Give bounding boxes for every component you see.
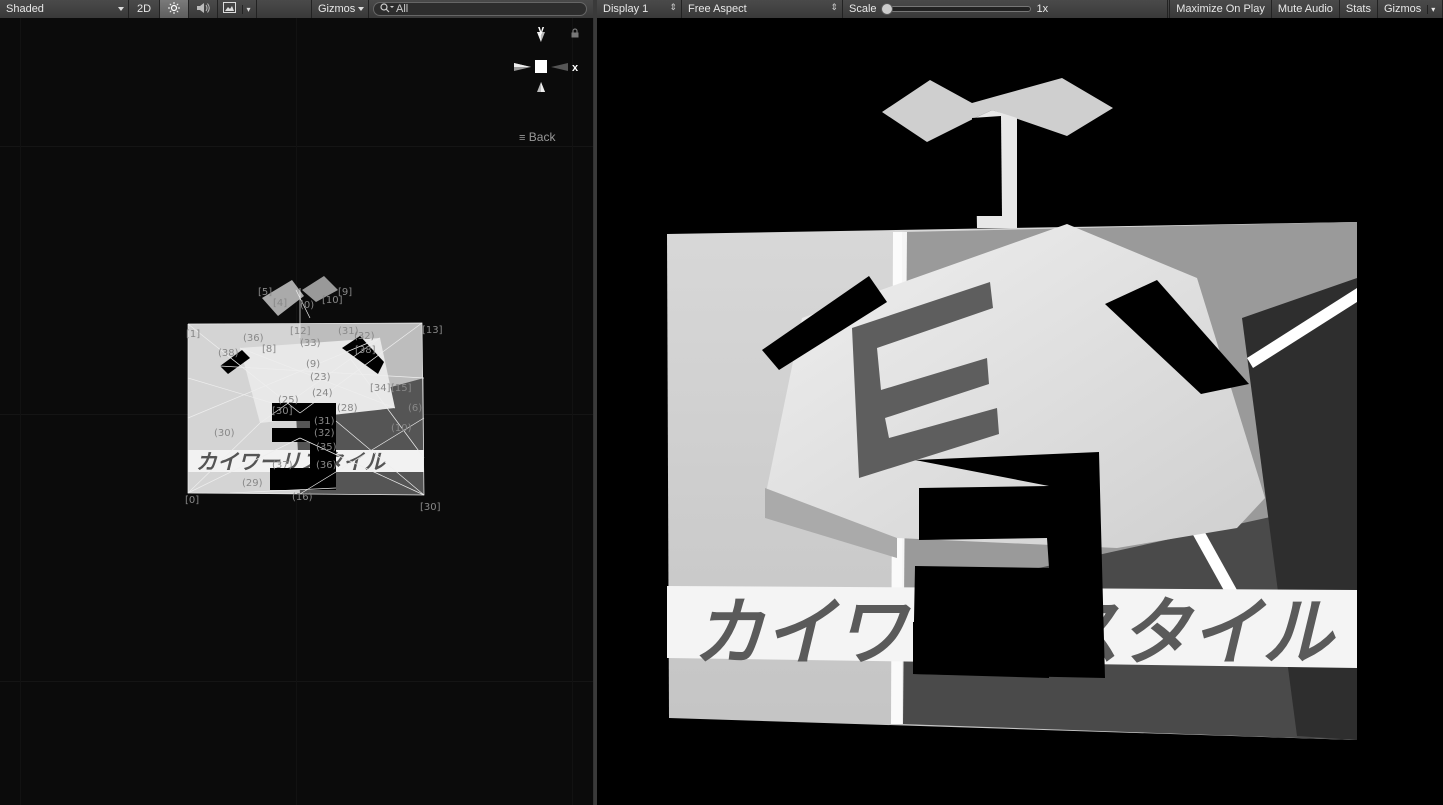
search-placeholder: All — [396, 3, 409, 15]
maximize-label: Maximize On Play — [1176, 3, 1265, 15]
scale-slider-thumb[interactable] — [880, 3, 893, 15]
game-logo-image: カイワーリスタイル — [667, 78, 1357, 740]
game-view[interactable]: カイワーリスタイル — [597, 18, 1443, 805]
mute-audio-toggle[interactable]: Mute Audio — [1272, 0, 1340, 18]
vertex-label: [30] — [420, 502, 441, 513]
2d-mode-label: 2D — [136, 3, 152, 15]
sun-icon — [168, 1, 180, 17]
image-icon — [223, 2, 237, 16]
aspect-dropdown[interactable]: Free Aspect — [682, 0, 843, 18]
vertex-label: [10] — [322, 295, 343, 306]
vertex-label: (23) — [310, 372, 331, 383]
vertex-label: [15] — [391, 383, 412, 394]
vertex-label: [38] — [355, 345, 376, 356]
vertex-label: (6) — [408, 403, 422, 414]
scale-value: 1x — [1036, 3, 1049, 15]
chevron-down-icon: ▾ — [1427, 4, 1435, 14]
vertex-label: (9) — [306, 359, 320, 370]
speaker-icon — [196, 2, 210, 17]
chevron-down-icon: ▾ — [242, 4, 251, 14]
vertex-label: (38) — [218, 348, 239, 359]
scene-mesh[interactable]: カイワーリスタイル [5] [9] [4] (0) [10] [12] (31)… — [0, 18, 593, 805]
vertex-label: (36) — [316, 460, 337, 471]
vertex-label: (28) — [337, 403, 358, 414]
scene-toolbar: Shaded 2D ▾ Gizmos All — [0, 0, 593, 19]
vertex-label: (32) — [314, 428, 335, 439]
game-gizmos-dropdown[interactable]: Gizmos ▾ — [1378, 0, 1443, 18]
vertex-label: [1] — [186, 329, 200, 340]
vertex-label: [30] — [272, 406, 293, 417]
vertex-label: [12] — [290, 326, 311, 337]
vertex-label: (37) — [272, 460, 293, 471]
vertex-label: (25) — [278, 395, 299, 406]
scene-gizmos-dropdown[interactable]: Gizmos — [311, 0, 369, 18]
vertex-label: (16) — [292, 492, 313, 503]
vertex-label: (36) — [243, 333, 264, 344]
maximize-on-play-toggle[interactable]: Maximize On Play — [1169, 0, 1272, 18]
scale-label: Scale — [849, 3, 877, 15]
audio-toggle[interactable] — [189, 0, 218, 18]
vertex-label: [8] — [262, 344, 276, 355]
vertex-label: (0) — [300, 300, 314, 311]
game-toolbar: Display 1 Free Aspect Scale 1x Maximize … — [597, 0, 1443, 19]
lighting-toggle[interactable] — [160, 0, 189, 18]
vertex-label: (35) — [316, 442, 337, 453]
draw-mode-label: Shaded — [6, 3, 44, 15]
search-icon — [380, 2, 394, 16]
display-label: Display 1 — [603, 3, 649, 15]
stats-toggle[interactable]: Stats — [1340, 0, 1378, 18]
game-render: カイワーリスタイル — [667, 78, 1357, 740]
vertex-label: (32) — [354, 331, 375, 342]
vertex-label: (10) — [391, 423, 412, 434]
aspect-label: Free Aspect — [688, 3, 747, 15]
scale-control: Scale 1x — [843, 0, 1168, 18]
scale-slider[interactable] — [880, 3, 1031, 15]
stats-label: Stats — [1345, 3, 1371, 15]
vertex-label: [13] — [422, 325, 443, 336]
vertex-label: [0] — [185, 495, 199, 506]
effects-dropdown[interactable]: ▾ — [218, 0, 257, 18]
2d-mode-toggle[interactable]: 2D — [129, 0, 160, 18]
vertex-label: (30) — [214, 428, 235, 439]
vertex-label: (29) — [242, 478, 263, 489]
draw-mode-dropdown[interactable]: Shaded — [0, 0, 129, 18]
mute-label: Mute Audio — [1277, 3, 1333, 15]
vertex-label: (31) — [314, 416, 335, 427]
scene-gizmos-label: Gizmos — [318, 3, 356, 15]
game-gizmos-label: Gizmos — [1384, 3, 1422, 15]
vertex-label: [5] — [258, 287, 272, 298]
vertex-label: [34] — [370, 383, 391, 394]
search-input[interactable]: All — [373, 2, 587, 16]
display-dropdown[interactable]: Display 1 — [597, 0, 682, 18]
vertex-label: (24) — [312, 388, 333, 399]
scene-view[interactable]: y x ≡ Back カイワーリスタイル [5] [9] [4] (0) [10… — [0, 18, 594, 805]
vertex-label: [4] — [273, 298, 287, 309]
vertex-label: (33) — [300, 338, 321, 349]
